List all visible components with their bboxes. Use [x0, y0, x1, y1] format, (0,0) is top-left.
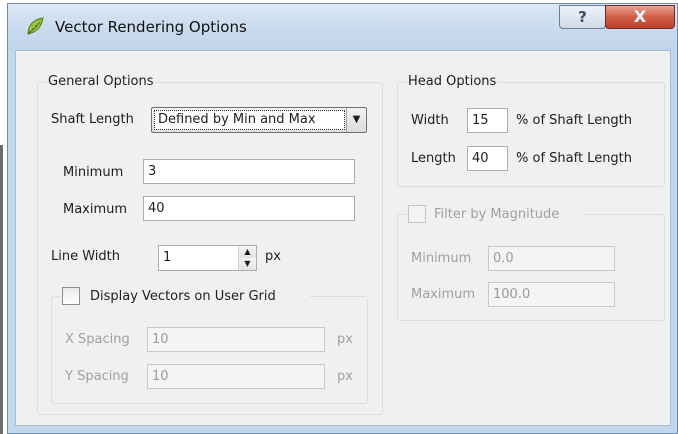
filter-magnitude-label[interactable]: Filter by Magnitude [434, 207, 559, 223]
head-options-legend: Head Options [406, 74, 499, 90]
filter-maximum-input[interactable]: 100.0 [488, 282, 615, 307]
line-width-spinbox[interactable]: 1 ▲ ▼ [158, 245, 257, 271]
window-title: Vector Rendering Options [55, 18, 247, 36]
app-leaf-icon [27, 17, 44, 35]
general-options-legend: General Options [46, 74, 156, 90]
filter-minimum-input[interactable]: 0.0 [488, 246, 615, 271]
spin-up-icon[interactable]: ▲ [239, 246, 256, 258]
general-options-group: General Options Shaft Length Defined by … [37, 74, 383, 415]
line-width-unit: px [265, 249, 281, 264]
line-width-spin-arrows[interactable]: ▲ ▼ [238, 246, 256, 270]
shaft-length-dropdown[interactable]: Defined by Min and Max ▼ [151, 107, 367, 133]
minimum-input[interactable]: 3 [143, 159, 355, 184]
head-length-suffix: % of Shaft Length [516, 151, 633, 166]
dialog-content: General Options Shaft Length Defined by … [15, 50, 671, 426]
x-spacing-unit: px [337, 332, 353, 347]
filter-magnitude-group: Filter by Magnitude Minimum 0.0 Maximum … [397, 204, 665, 321]
dialog-window: Vector Rendering Options ? X General Opt… [7, 3, 678, 434]
close-button[interactable]: X [605, 5, 675, 29]
maximum-input[interactable]: 40 [143, 196, 355, 221]
line-width-value: 1 [163, 250, 172, 265]
y-spacing-input[interactable]: 10 [147, 364, 325, 389]
filter-minimum-label: Minimum [411, 251, 472, 266]
user-grid-label[interactable]: Display Vectors on User Grid [90, 289, 276, 305]
minimum-label: Minimum [63, 165, 124, 180]
head-width-suffix: % of Shaft Length [516, 113, 633, 128]
head-options-group: Head Options Width 15 % of Shaft Length … [397, 74, 665, 187]
spin-down-icon[interactable]: ▼ [239, 258, 256, 270]
background-window-edge [0, 145, 3, 434]
user-grid-checkbox[interactable] [62, 287, 80, 305]
head-width-label: Width [411, 113, 449, 128]
maximum-label: Maximum [63, 202, 128, 217]
y-spacing-unit: px [337, 369, 353, 384]
head-length-label: Length [411, 151, 456, 166]
filter-magnitude-checkbox[interactable] [408, 205, 426, 223]
user-grid-group: Display Vectors on User Grid X Spacing 1… [51, 286, 368, 404]
title-bar[interactable]: Vector Rendering Options ? X [8, 4, 677, 50]
x-spacing-label: X Spacing [65, 332, 130, 347]
user-grid-legend: Display Vectors on User Grid [60, 286, 310, 308]
chevron-down-icon[interactable]: ▼ [346, 108, 366, 132]
filter-magnitude-legend: Filter by Magnitude [406, 204, 582, 226]
filter-maximum-label: Maximum [411, 287, 476, 302]
shaft-length-label: Shaft Length [51, 112, 134, 127]
x-spacing-input[interactable]: 10 [147, 327, 325, 352]
help-button[interactable]: ? [559, 5, 606, 29]
line-width-label: Line Width [51, 249, 120, 264]
shaft-length-value: Defined by Min and Max [154, 110, 345, 130]
head-length-input[interactable]: 40 [467, 146, 508, 171]
y-spacing-label: Y Spacing [65, 369, 129, 384]
head-width-input[interactable]: 15 [467, 108, 508, 133]
